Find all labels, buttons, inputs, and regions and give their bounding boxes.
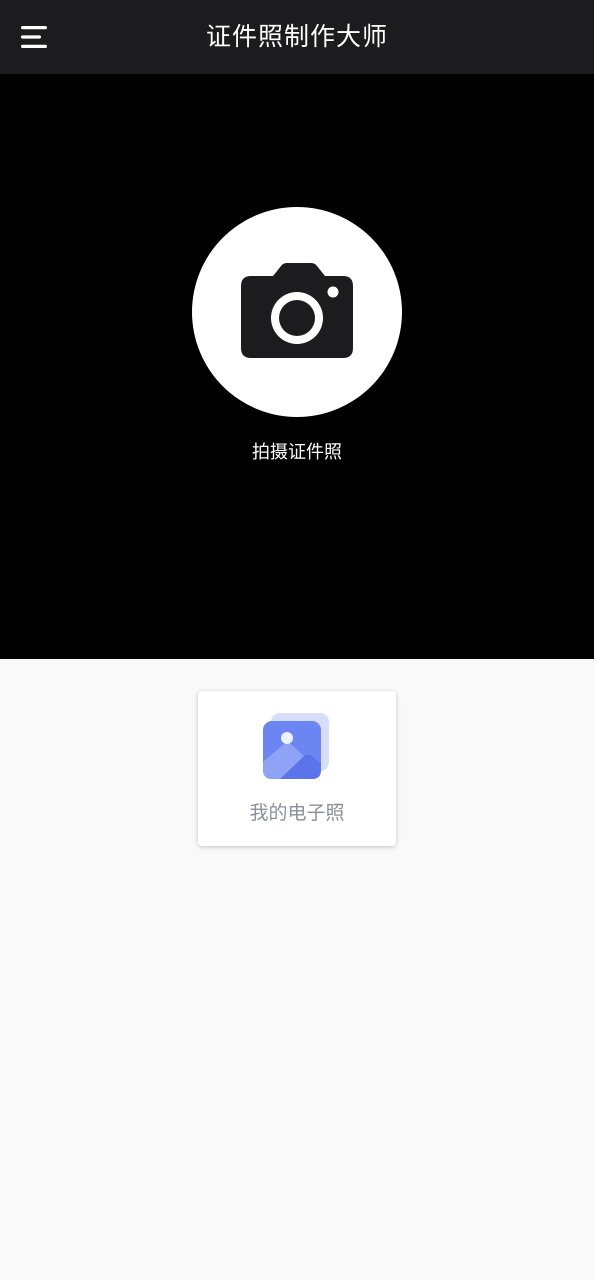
- gallery-image-icon: [263, 713, 329, 779]
- camera-panel: 拍摄证件照: [0, 74, 594, 659]
- my-photos-label: 我的电子照: [249, 802, 345, 824]
- my-photos-card[interactable]: 我的电子照: [198, 691, 396, 846]
- app-bar: 证件照制作大师: [0, 0, 594, 74]
- take-photo-label[interactable]: 拍摄证件照: [0, 438, 594, 464]
- camera-icon: [241, 263, 353, 358]
- app-title: 证件照制作大师: [205, 22, 388, 51]
- take-photo-button[interactable]: [192, 207, 402, 417]
